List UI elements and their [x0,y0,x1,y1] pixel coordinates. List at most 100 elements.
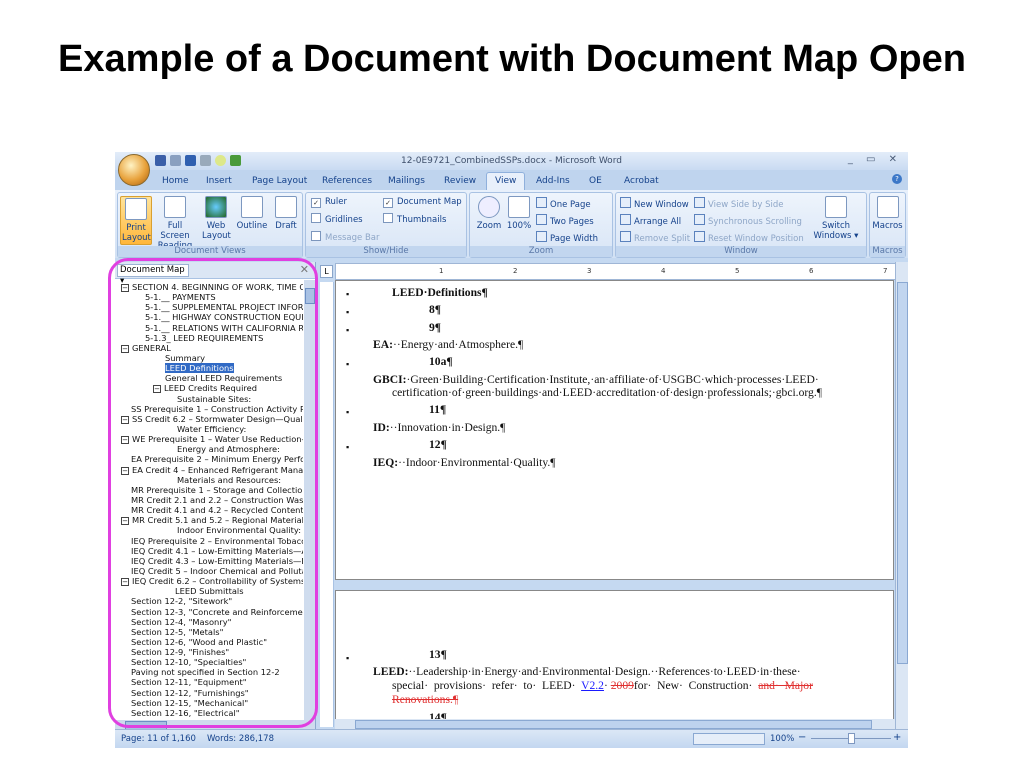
document-map-item[interactable]: Water Efficiency: [115,424,303,434]
zoom-button[interactable]: Zoom [474,196,504,231]
collapse-icon[interactable]: − [121,578,129,587]
document-map-item[interactable]: Section 12-4, "Masonry" [115,617,303,627]
vertical-scrollbar[interactable] [895,262,908,730]
two-pages-button[interactable]: Two Pages [536,214,594,227]
remove-split-button[interactable]: Remove Split [620,231,690,244]
document-map-item[interactable]: Section 12-3, "Concrete and Reinforcemen… [115,607,303,617]
collapse-icon[interactable]: − [121,284,129,292]
document-map-item[interactable]: 5-1.__ RELATIONS WITH CALIFORNIA RE [115,323,303,333]
tab-add-ins[interactable]: Add-Ins [536,176,570,186]
switch-windows-button[interactable]: Switch Windows ▾ [812,196,860,241]
document-map-item[interactable]: 5-1.__ SUPPLEMENTAL PROJECT INFORM [115,302,303,312]
document-map-item[interactable]: Section 12-12, "Furnishings" [115,688,303,698]
document-map-item[interactable]: IEQ Credit 5 – Indoor Chemical and Pollu… [115,566,303,576]
zoom-level[interactable]: 100% [770,734,794,744]
document-map-item[interactable]: Section 12-16, "Electrical" [115,708,303,718]
page-count[interactable]: Page: 11 of 1,160 [121,734,196,744]
draft-button[interactable]: Draft [272,196,300,231]
web-layout-button[interactable]: Web Layout [202,196,231,241]
document-map-item[interactable]: − WE Prerequisite 1 – Water Use Reduction… [115,434,303,445]
document-map-item[interactable]: General LEED Requirements [115,373,303,383]
scroll-thumb[interactable] [305,288,315,304]
document-map-item[interactable]: − SECTION 4. BEGINNING OF WORK, TIME OF [115,282,303,292]
window-controls[interactable]: _ ▭ ✕ [848,154,902,165]
ruler-checkbox[interactable]: ✓ Ruler [311,197,347,208]
collapse-icon[interactable]: − [121,436,129,445]
document-map-item[interactable]: Section 12-2, "Sitework" [115,596,303,606]
document-map-item[interactable]: MR Prerequisite 1 – Storage and Collecti… [115,485,303,495]
print-layout-button[interactable]: Print Layout [120,196,152,245]
document-map-scrollbar[interactable] [304,280,315,720]
document-map-item[interactable]: Section 12-10, "Specialties" [115,657,303,667]
new-window-button[interactable]: New Window [620,197,689,210]
document-map-item[interactable]: MR Credit 4.1 and 4.2 – Recycled Content… [115,505,303,515]
tab-home[interactable]: Home [162,176,189,186]
document-map-item[interactable]: Sustainable Sites: [115,394,303,404]
one-page-button[interactable]: One Page [536,197,591,210]
document-map-item[interactable]: MR Credit 2.1 and 2.2 – Construction Was… [115,495,303,505]
document-map-item[interactable]: Section 12-5, "Metals" [115,627,303,637]
document-map-item[interactable]: EA Prerequisite 2 – Minimum Energy Perfo… [115,454,303,464]
horizontal-scrollbar[interactable] [335,719,895,729]
document-map-item[interactable]: Summary [115,353,303,363]
document-map-item[interactable]: Indoor Environmental Quality: [115,525,303,535]
link-v22[interactable]: V2.2 [581,679,604,692]
view-side-by-side-button[interactable]: View Side by Side [694,197,783,210]
thumbnails-checkbox[interactable]: Thumbnails [383,213,446,225]
full-screen-reading-button[interactable]: Full ScreenReading [153,196,197,251]
checkbox[interactable]: ✓ [383,198,393,208]
document-map-item[interactable]: Section 12-11, "Equipment" [115,677,303,687]
document-map-item[interactable]: − EA Credit 4 – Enhanced Refrigerant Mana… [115,465,303,475]
document-map-item[interactable]: 5-1.3_ LEED REQUIREMENTS [115,333,303,343]
tab-acrobat[interactable]: Acrobat [624,176,659,186]
document-map-item[interactable]: Section 12-6, "Wood and Plastic" [115,637,303,647]
collapse-icon[interactable]: − [121,517,129,526]
document-map-item[interactable]: LEED Definitions [115,363,303,374]
zoom-in-button[interactable]: + [893,732,901,743]
checkbox[interactable] [383,213,393,223]
tab-review[interactable]: Review [444,176,476,186]
arrange-all-button[interactable]: Arrange All [620,214,681,227]
help-icon[interactable]: ? [892,174,902,184]
collapse-icon[interactable]: − [153,385,161,394]
document-map-item[interactable]: Section 12-9, "Finishes" [115,647,303,657]
zoom-100-button[interactable]: 100% [506,196,532,231]
word-count[interactable]: Words: 286,178 [207,734,274,744]
view-buttons[interactable] [693,733,765,745]
document-map-item[interactable]: Paving not specified in Section 12-2 [115,667,303,677]
zoom-slider-thumb[interactable] [848,733,855,744]
document-map-item[interactable]: − GENERAL [115,343,303,353]
document-map-item[interactable]: − IEQ Credit 6.2 – Controllability of Sys… [115,576,303,587]
document-map-item[interactable]: LEED Submittals [115,586,303,596]
horizontal-ruler[interactable]: 1 2 3 4 5 6 7 [335,263,897,280]
document-map-item[interactable]: Section 12-15, "Mechanical" [115,698,303,708]
document-map-item[interactable]: IEQ Credit 4.3 – Low-Emitting Materials—… [115,556,303,566]
office-button[interactable] [118,154,150,186]
tab-page-layout[interactable]: Page Layout [252,176,307,186]
reset-window-position-button[interactable]: Reset Window Position [694,231,804,244]
scroll-thumb[interactable] [897,282,908,664]
scroll-thumb[interactable] [355,720,872,729]
message-bar-checkbox[interactable]: Message Bar [311,231,380,243]
document-map-checkbox[interactable]: ✓ Document Map [383,197,462,208]
collapse-icon[interactable]: − [121,415,129,424]
document-map-item[interactable]: 5-1.__ HIGHWAY CONSTRUCTION EQUIPI [115,312,303,322]
checkbox[interactable]: ✓ [311,198,321,208]
document-map-item[interactable]: − MR Credit 5.1 and 5.2 – Regional Materi… [115,515,303,526]
tab-view[interactable]: View [486,172,526,190]
document-map-item[interactable]: IEQ Prerequisite 2 – Environmental Tobac… [115,536,303,546]
document-map-item[interactable]: Energy and Atmosphere: [115,444,303,454]
document-map-dropdown[interactable]: Document Map ▾ [117,264,189,286]
document-map-item[interactable]: 5-1.__ PAYMENTS [115,292,303,302]
tab-mailings[interactable]: Mailings [388,176,425,186]
checkbox[interactable] [311,213,321,223]
synchronous-scrolling-button[interactable]: Synchronous Scrolling [694,214,802,227]
zoom-out-button[interactable]: − [798,732,806,743]
tab-selector-button[interactable]: L [320,265,333,278]
document-map-item[interactable]: Materials and Resources: [115,475,303,485]
collapse-icon[interactable]: − [121,344,129,353]
page-width-button[interactable]: Page Width [536,231,598,244]
gridlines-checkbox[interactable]: Gridlines [311,213,363,225]
outline-button[interactable]: Outline [235,196,269,231]
document-map-item[interactable]: − SS Credit 6.2 – Stormwater Design—Quali… [115,414,303,424]
